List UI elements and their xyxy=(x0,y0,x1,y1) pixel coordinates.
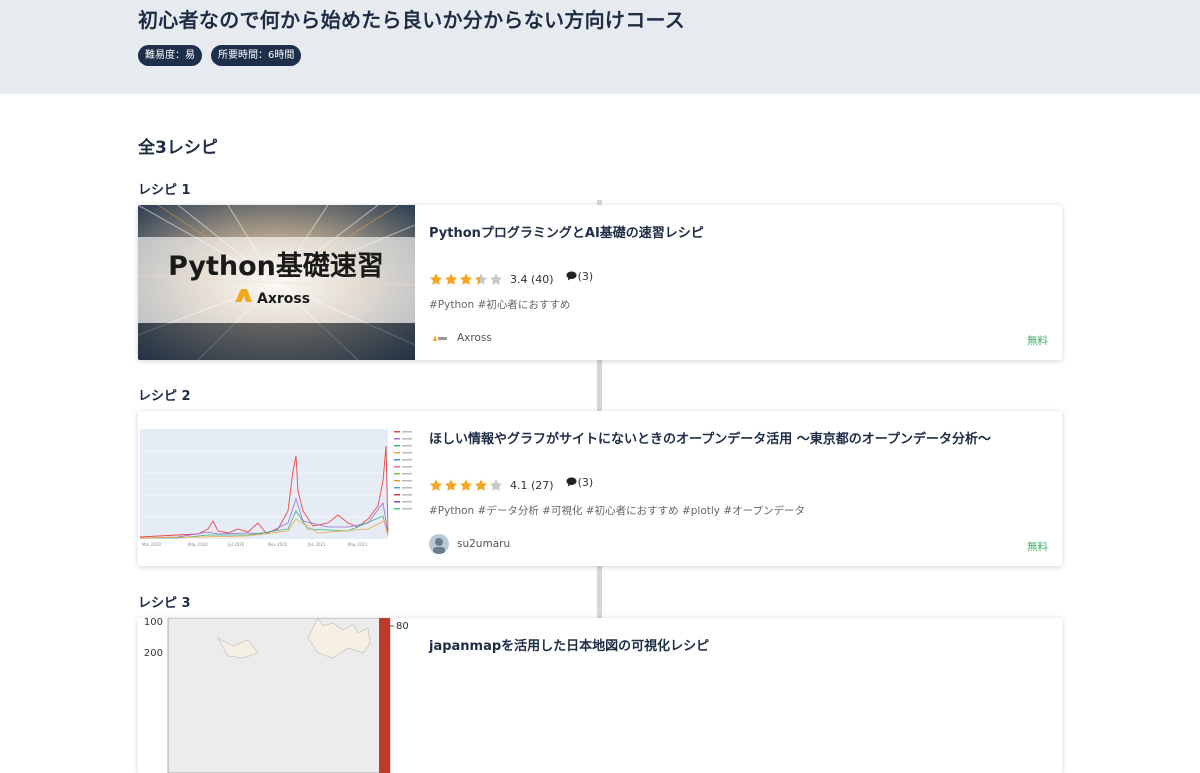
svg-text:Mar 2020: Mar 2020 xyxy=(142,542,161,547)
rating: 3.4 (40) (3) xyxy=(429,269,594,287)
recipe-label: レシピ 2 xyxy=(138,389,191,404)
thumbnail-title: Python基礎速習 xyxy=(168,251,384,282)
star-icon xyxy=(444,272,458,286)
difficulty-badge: 難易度：易 xyxy=(138,45,202,66)
duration-badge: 所要時間：6時間 xyxy=(211,45,302,66)
star-icon xyxy=(474,478,488,492)
recipe-title[interactable]: PythonプログラミングとAI基礎の速習レシピ xyxy=(429,222,704,241)
star-icon xyxy=(459,272,473,286)
star-icon xyxy=(444,478,458,492)
author[interactable]: Axross xyxy=(429,328,492,348)
svg-text:Nov 2020: Nov 2020 xyxy=(268,542,288,547)
star-icon xyxy=(489,272,503,286)
star-icon xyxy=(489,478,503,492)
svg-text:Jan 2021: Jan 2021 xyxy=(307,542,326,547)
recipe-tags[interactable]: #Python #データ分析 #可視化 #初心者におすすめ #plotly #オ… xyxy=(429,503,805,518)
recipe-title[interactable]: ほしい情報やグラフがサイトにないときのオープンデータ活用 〜東京都のオープンデー… xyxy=(429,428,991,447)
price-label: 無料 xyxy=(1027,541,1048,553)
star-icon xyxy=(429,478,443,492)
comment-count: (3) xyxy=(566,475,594,489)
thumbnail-axis-tick: 200 xyxy=(144,648,163,659)
recipe-title[interactable]: japanmapを活用した日本地図の可視化レシピ xyxy=(429,635,709,654)
star-icon xyxy=(474,272,488,286)
svg-text:May 2020: May 2020 xyxy=(188,542,208,547)
star-icon xyxy=(429,272,443,286)
comment-icon xyxy=(566,271,577,281)
comment-icon xyxy=(566,477,577,487)
recipe-label: レシピ 1 xyxy=(138,183,191,198)
star-rating xyxy=(429,478,504,492)
comment-count-text: (3) xyxy=(577,269,594,283)
author[interactable]: su2umaru xyxy=(429,534,510,554)
star-icon xyxy=(459,478,473,492)
svg-text:May 2021: May 2021 xyxy=(348,542,368,547)
course-title: 初心者なので何から始めたら良いか分からない方向けコース xyxy=(138,8,686,32)
author-name: su2umaru xyxy=(457,538,511,550)
recipe-label: レシピ 3 xyxy=(138,596,191,611)
comment-count-text: (3) xyxy=(577,475,594,489)
recipe-thumbnail[interactable]: 100 200 80 xyxy=(138,618,415,773)
thumbnail-axis-tick: 100 xyxy=(144,618,163,628)
author-avatar xyxy=(429,534,449,554)
recipe-thumbnail[interactable]: Mar 2020 May 2020 Jul 2020 Nov 2020 Jan 202… xyxy=(138,411,415,566)
recipe-card[interactable]: Mar 2020 May 2020 Jul 2020 Nov 2020 Jan 202… xyxy=(138,411,1062,566)
thumbnail-colorbar-tick: 80 xyxy=(396,621,409,632)
price-label: 無料 xyxy=(1027,335,1048,347)
course-header: 初心者なので何から始めたら良いか分からない方向けコース 難易度：易 所要時間：6… xyxy=(0,0,1200,94)
recipe-card[interactable]: Python基礎速習 Axross PythonプログラミングとAI基礎の速習レ… xyxy=(138,205,1062,360)
author-avatar xyxy=(429,328,449,348)
recipes-count-heading: 全3レシピ xyxy=(138,138,218,158)
thumbnail-brand: Axross xyxy=(257,291,310,307)
author-name: Axross xyxy=(457,332,492,344)
svg-text:Jul 2020: Jul 2020 xyxy=(227,542,245,547)
recipe-tags[interactable]: #Python #初心者におすすめ xyxy=(429,297,570,312)
recipe-card[interactable]: 100 200 80 japanmapを活用した日本地図の可視化レシピ xyxy=(138,618,1062,773)
rating-text: 3.4 (40) xyxy=(510,272,554,286)
rating: 4.1 (27) (3) xyxy=(429,475,594,493)
comment-count: (3) xyxy=(566,269,594,283)
rating-text: 4.1 (27) xyxy=(510,478,554,492)
recipe-thumbnail[interactable]: Python基礎速習 Axross xyxy=(138,205,415,360)
star-rating xyxy=(429,272,504,286)
